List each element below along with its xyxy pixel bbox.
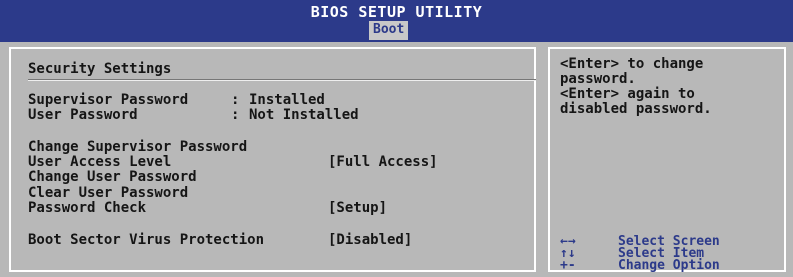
user-password-sep: :: [231, 107, 240, 123]
bios-title: BIOS SETUP UTILITY: [310, 3, 483, 21]
boot-sector-virus-protection-item[interactable]: Boot Sector Virus Protection: [28, 233, 264, 247]
help-text: <Enter> to change password. <Enter> agai…: [560, 56, 712, 117]
settings-panel: Security Settings Supervisor Password : …: [9, 47, 536, 272]
key-hint-label: Change Option: [618, 258, 720, 273]
password-check-item[interactable]: Password Check: [28, 201, 146, 215]
bios-header: BIOS SETUP UTILITY Boot: [0, 0, 793, 42]
supervisor-password-sep: :: [231, 92, 240, 108]
boot-sector-virus-protection-value[interactable]: [Disabled]: [328, 233, 412, 247]
password-check-value[interactable]: [Setup]: [328, 201, 387, 215]
key-hint-change-option: +- Change Option: [560, 258, 720, 273]
user-access-level-value[interactable]: [Full Access]: [328, 155, 438, 169]
user-password-status: Not Installed: [249, 107, 359, 123]
section-title: Security Settings: [28, 61, 172, 77]
clear-user-password-item[interactable]: Clear User Password: [28, 186, 188, 200]
change-user-password-item[interactable]: Change User Password: [28, 170, 197, 184]
tab-boot[interactable]: Boot: [369, 21, 409, 40]
user-password-label: User Password: [28, 107, 138, 123]
change-supervisor-password-item[interactable]: Change Supervisor Password: [28, 140, 247, 154]
section-divider: [28, 79, 536, 81]
help-panel: <Enter> to change password. <Enter> agai…: [548, 47, 786, 272]
supervisor-password-label: Supervisor Password: [28, 92, 189, 108]
user-access-level-item[interactable]: User Access Level: [28, 155, 171, 169]
supervisor-password-status: Installed: [249, 92, 325, 108]
plus-minus-icon: +-: [560, 258, 576, 273]
